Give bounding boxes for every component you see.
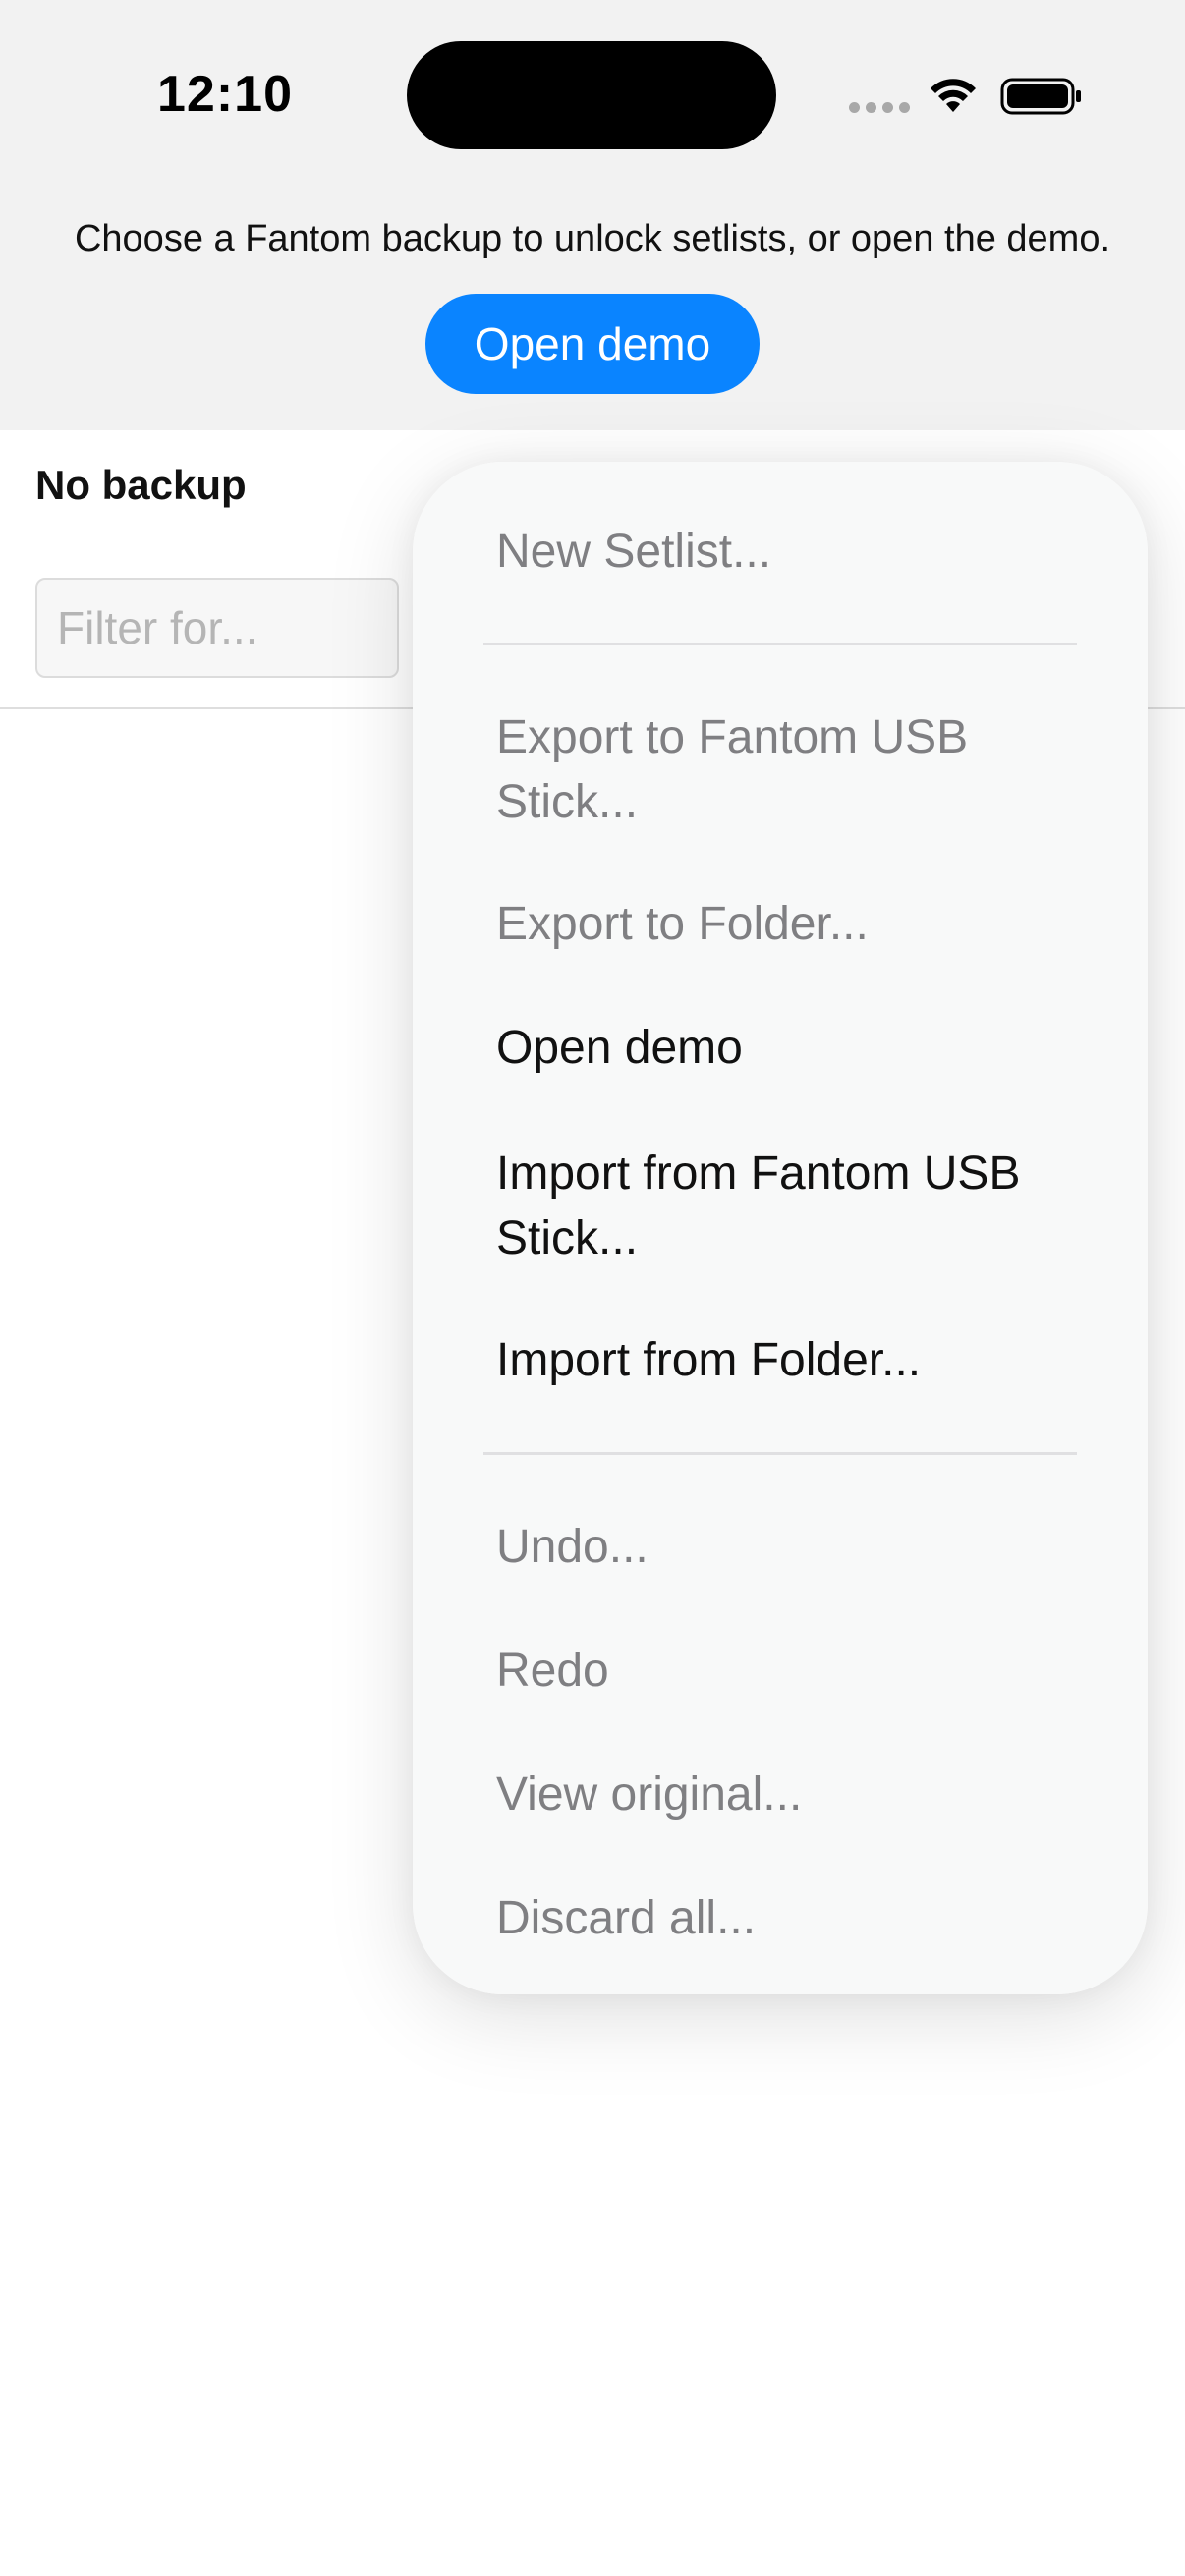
- menu-item-import-usb[interactable]: Import from Fantom USB Stick...: [496, 1142, 1086, 1271]
- dynamic-island: [407, 41, 776, 149]
- context-menu: New Setlist... Export to Fantom USB Stic…: [413, 462, 1148, 1994]
- menu-separator: [483, 643, 1077, 645]
- menu-item-undo[interactable]: Undo...: [496, 1515, 1086, 1580]
- menu-item-new-setlist[interactable]: New Setlist...: [496, 520, 1086, 585]
- cellular-signal-icon: [849, 102, 910, 113]
- menu-item-view-original[interactable]: View original...: [496, 1763, 1086, 1827]
- status-time: 12:10: [157, 66, 293, 123]
- open-demo-button[interactable]: Open demo: [425, 294, 760, 394]
- intro-message: Choose a Fantom backup to unlock setlist…: [74, 218, 1111, 259]
- menu-item-export-folder[interactable]: Export to Folder...: [496, 892, 1086, 957]
- wifi-icon: [931, 79, 976, 112]
- battery-icon: [1000, 78, 1081, 115]
- menu-item-open-demo[interactable]: Open demo: [496, 1016, 1086, 1081]
- filter-input[interactable]: [35, 578, 399, 678]
- menu-item-redo[interactable]: Redo: [496, 1639, 1086, 1704]
- menu-item-discard-all[interactable]: Discard all...: [496, 1886, 1086, 1951]
- menu-item-export-usb[interactable]: Export to Fantom USB Stick...: [496, 705, 1086, 835]
- menu-item-import-folder[interactable]: Import from Folder...: [496, 1328, 1086, 1393]
- menu-separator: [483, 1452, 1077, 1455]
- backup-title: No backup: [35, 462, 247, 508]
